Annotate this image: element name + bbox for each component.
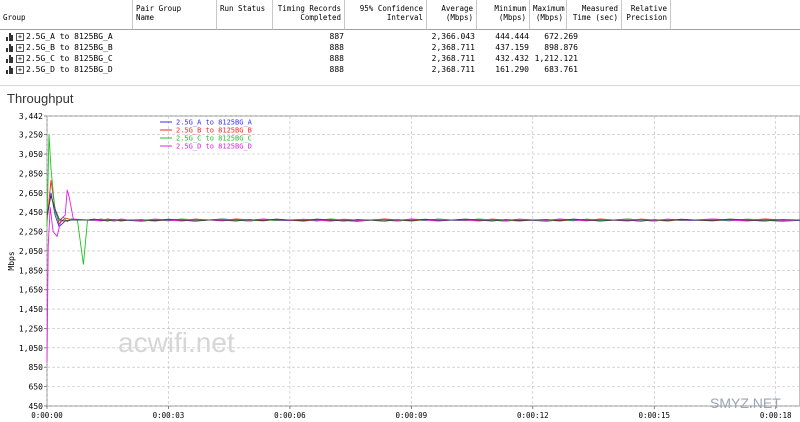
y-tick-label: 1,250	[19, 324, 43, 333]
pair-icon: +	[6, 55, 28, 63]
table-row[interactable]: +2.5G_C to 8125BG_C 888 2,368.711 432.432 1,…	[0, 53, 800, 64]
table-row[interactable]: +2.5G_A to 8125BG_A 887 2,366.043 444.444 67…	[0, 31, 800, 42]
cell-pair-group-name	[133, 42, 213, 53]
column-header-minimum[interactable]: Minimum (Mbps)	[477, 0, 530, 30]
y-axis-label: Mbps	[7, 251, 16, 270]
y-tick-label: 1,050	[19, 344, 43, 353]
results-table: Group Pair Group Name Run Status Timing Rec…	[0, 0, 800, 78]
cell-average: 2,368.711	[431, 54, 475, 63]
cell-timing-records: 888	[329, 54, 344, 63]
cell-run-status	[217, 64, 269, 75]
cell-pair-group-name	[133, 31, 213, 42]
cell-group: 2.5G_B to 8125BG_B	[26, 43, 113, 52]
cell-run-status	[217, 53, 269, 64]
watermark-center: acwifi.net	[118, 327, 235, 358]
column-header-run-status[interactable]: Run Status	[217, 0, 273, 30]
cell-relative-precision	[622, 53, 667, 64]
watermark-corner: SMYZ.NET	[710, 395, 781, 411]
y-tick-label: 3,050	[19, 150, 43, 159]
column-header-maximum[interactable]: Maximum (Mbps)	[530, 0, 567, 30]
x-tick-label: 0:00:09	[396, 411, 428, 420]
expand-icon[interactable]: +	[16, 44, 24, 52]
y-tick-label: 2,050	[19, 247, 43, 256]
plot-frame	[46, 115, 800, 407]
y-tick-label: 450	[29, 402, 44, 411]
x-tick-label: 0:00:03	[153, 411, 185, 420]
legend-entry: 2.5G_C to 8125BG_C	[176, 135, 252, 143]
expand-icon[interactable]: +	[16, 33, 24, 41]
expand-icon[interactable]: +	[16, 55, 24, 63]
cell-relative-precision	[622, 31, 667, 42]
cell-measured-time	[567, 64, 618, 75]
column-header-pair-group-name[interactable]: Pair Group Name	[133, 0, 217, 30]
cell-average: 2,368.711	[431, 43, 475, 52]
cell-minimum: 437.159	[495, 43, 529, 52]
legend-entry: 2.5G_D to 8125BG_D	[176, 143, 252, 151]
column-header-timing-records[interactable]: Timing Records Completed	[273, 0, 345, 30]
pair-icon: +	[6, 33, 28, 41]
cell-timing-records: 887	[329, 32, 344, 41]
cell-timing-records: 888	[329, 43, 344, 52]
pair-icon: +	[6, 66, 28, 74]
y-tick-label: 1,650	[19, 286, 43, 295]
y-tick-label: 2,250	[19, 228, 43, 237]
cell-measured-time	[567, 53, 618, 64]
cell-group: 2.5G_C to 8125BG_C	[26, 54, 113, 63]
expand-icon[interactable]: +	[16, 66, 24, 74]
cell-average: 2,368.711	[431, 65, 475, 74]
cell-confidence-interval	[345, 31, 423, 42]
x-tick-label: 0:00:18	[760, 411, 792, 420]
cell-group: 2.5G_D to 8125BG_D	[26, 65, 113, 74]
y-tick-label: 2,850	[19, 169, 43, 178]
cell-minimum: 444.444	[495, 32, 529, 41]
legend-entry: 2.5G_A to 8125BG_A	[176, 119, 253, 127]
x-tick-label: 0:00:06	[274, 411, 306, 420]
cell-measured-time	[567, 31, 618, 42]
column-header-average[interactable]: Average (Mbps)	[427, 0, 477, 30]
pair-icon: +	[6, 44, 28, 52]
cell-run-status	[217, 42, 269, 53]
chart-plot: 3,442 3,250 3,050 2,850 2,650 2,450 2,250 2,050…	[7, 112, 800, 420]
column-header-confidence-interval[interactable]: 95% Confidence Interval	[345, 0, 427, 30]
y-tick-label: 3,250	[19, 131, 43, 140]
cell-relative-precision	[622, 42, 667, 53]
cell-measured-time	[567, 42, 618, 53]
cell-pair-group-name	[133, 64, 213, 75]
cell-confidence-interval	[345, 53, 423, 64]
x-tick-label: 0:00:00	[31, 411, 63, 420]
y-tick-label: 1,850	[19, 266, 43, 275]
y-tick-label: 850	[29, 363, 44, 372]
y-tick-label: 1,450	[19, 305, 43, 314]
header-filler	[671, 0, 800, 30]
table-row[interactable]: +2.5G_D to 8125BG_D 888 2,368.711 161.290 68…	[0, 64, 800, 75]
y-tick-label: 2,450	[19, 208, 43, 217]
cell-confidence-interval	[345, 64, 423, 75]
cell-group: 2.5G_A to 8125BG_A	[26, 32, 113, 41]
cell-minimum: 161.290	[495, 65, 529, 74]
x-tick-label: 0:00:15	[638, 411, 670, 420]
column-header-group[interactable]: Group	[0, 0, 133, 30]
legend-entry: 2.5G_B to 8125BG_B	[176, 127, 252, 135]
column-header-measured-time[interactable]: Measured Time (sec)	[567, 0, 622, 30]
cell-timing-records: 888	[329, 65, 344, 74]
table-row[interactable]: +2.5G_B to 8125BG_B 888 2,368.711 437.159 89…	[0, 42, 800, 53]
x-tick-label: 0:00:12	[517, 411, 549, 420]
column-header-relative-precision[interactable]: Relative Precision	[622, 0, 671, 30]
y-tick-label: 650	[29, 383, 44, 392]
y-tick-label: 2,650	[19, 189, 43, 198]
throughput-chart: Throughput 3,442 3,250 3,050 2,850 2,650 2,45…	[0, 85, 800, 422]
cell-confidence-interval	[345, 42, 423, 53]
cell-average: 2,366.043	[431, 32, 475, 41]
y-tick-label: 3,442	[19, 112, 43, 121]
cell-run-status	[217, 31, 269, 42]
cell-relative-precision	[622, 64, 667, 75]
cell-minimum: 432.432	[495, 54, 529, 63]
cell-pair-group-name	[133, 53, 213, 64]
